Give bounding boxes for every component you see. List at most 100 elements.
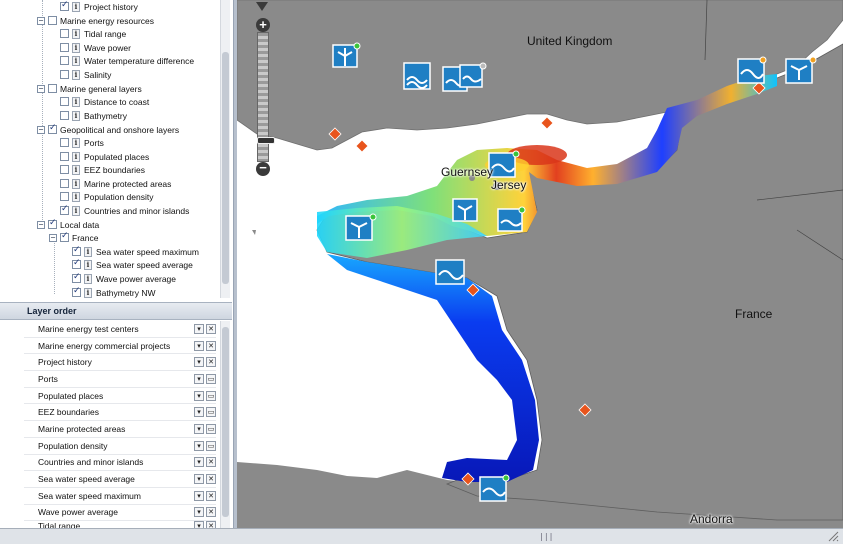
close-icon[interactable]: ✕ <box>206 323 216 334</box>
layer-checkbox[interactable] <box>60 111 69 120</box>
layer-checkbox[interactable] <box>60 97 69 106</box>
collapse-icon[interactable]: − <box>49 233 57 242</box>
info-icon[interactable]: i <box>72 69 80 80</box>
tree-item[interactable]: i Sea water speed average <box>72 258 193 271</box>
zoom-out-button[interactable]: − <box>256 161 270 176</box>
tree-item[interactable]: i Distance to coast <box>60 95 149 108</box>
layer-order-row[interactable]: Sea water speed maximum ▾ ✕ <box>24 488 216 505</box>
layer-order-scrollbar[interactable] <box>220 321 230 528</box>
window-icon[interactable]: ▭ <box>206 423 216 434</box>
zoom-bar[interactable] <box>257 32 275 162</box>
tree-item[interactable]: i Wave power average <box>72 272 176 285</box>
layer-order-row[interactable]: Populated places ▾ ▭ <box>24 388 216 405</box>
window-icon[interactable]: ▭ <box>206 390 216 401</box>
layer-checkbox[interactable] <box>60 165 69 174</box>
tidal-turbine-project-icon[interactable] <box>785 56 817 84</box>
status-bar-grip[interactable]: ||| <box>539 532 553 541</box>
layer-order-row[interactable]: Marine energy test centers ▾ ✕ <box>24 321 216 338</box>
dropdown-icon[interactable]: ▾ <box>194 507 204 518</box>
info-icon[interactable]: i <box>72 178 80 189</box>
info-icon[interactable]: i <box>84 273 92 284</box>
dropdown-icon[interactable]: ▾ <box>194 490 204 501</box>
tree-item[interactable]: i Countries and minor islands <box>60 204 189 217</box>
layer-checkbox[interactable] <box>72 258 81 269</box>
layer-checkbox[interactable] <box>60 0 69 11</box>
layer-checkbox[interactable] <box>60 204 69 215</box>
layer-order-row[interactable]: Population density ▾ ▭ <box>24 438 216 455</box>
layer-checkbox[interactable] <box>60 138 69 147</box>
tree-item[interactable]: i Tidal range <box>60 27 126 40</box>
layer-checkbox[interactable] <box>60 179 69 188</box>
info-icon[interactable]: i <box>72 191 80 202</box>
layer-order-row[interactable]: Project history ▾ ✕ <box>24 354 216 372</box>
tidal-turbine-project-icon[interactable] <box>345 213 377 243</box>
layer-checkbox[interactable] <box>48 84 57 93</box>
wave-project-icon[interactable] <box>737 56 767 84</box>
layer-order-row[interactable]: Marine energy commercial projects ▾ ✕ <box>24 338 216 355</box>
layer-checkbox[interactable] <box>60 231 69 242</box>
layer-order-row[interactable]: Countries and minor islands ▾ ✕ <box>24 455 216 472</box>
info-icon[interactable]: i <box>84 287 92 298</box>
layer-checkbox[interactable] <box>48 16 57 25</box>
collapse-icon[interactable]: − <box>37 125 45 134</box>
close-icon[interactable]: ✕ <box>206 490 216 501</box>
tree-group[interactable]: − Local data <box>37 218 99 231</box>
tree-item[interactable]: i Project history <box>60 0 138 13</box>
scrollbar-thumb[interactable] <box>222 52 229 284</box>
map-view[interactable]: United Kingdom Guernsey Jersey France An… <box>237 0 843 528</box>
dropdown-icon[interactable]: ▾ <box>194 423 204 434</box>
tree-item[interactable]: i Wave power <box>60 41 131 54</box>
tree-item[interactable]: i Salinity <box>60 68 111 81</box>
close-icon[interactable]: ✕ <box>206 340 216 351</box>
collapse-icon[interactable]: − <box>37 16 45 25</box>
close-icon[interactable]: ✕ <box>206 357 216 368</box>
layer-checkbox[interactable] <box>60 152 69 161</box>
dropdown-icon[interactable]: ▾ <box>194 340 204 351</box>
close-icon[interactable]: ✕ <box>206 474 216 485</box>
dropdown-icon[interactable]: ▾ <box>194 407 204 418</box>
dropdown-icon[interactable]: ▾ <box>194 323 204 334</box>
tree-item[interactable]: i EEZ boundaries <box>60 163 145 176</box>
layer-order-row[interactable]: Sea water speed average ▾ ✕ <box>24 471 216 488</box>
info-icon[interactable]: i <box>72 151 80 162</box>
pan-down-icon[interactable] <box>255 0 269 12</box>
close-icon[interactable]: ✕ <box>206 507 216 518</box>
layer-checkbox[interactable] <box>48 123 57 134</box>
resize-grip-icon[interactable] <box>828 531 839 542</box>
tree-item[interactable]: i Bathymetry NW <box>72 286 156 298</box>
info-icon[interactable]: i <box>72 42 80 53</box>
info-icon[interactable]: i <box>72 96 80 107</box>
dropdown-icon[interactable]: ▾ <box>194 373 204 384</box>
info-icon[interactable]: i <box>84 246 92 257</box>
info-icon[interactable]: i <box>84 259 92 270</box>
info-icon[interactable]: i <box>72 55 80 66</box>
wave-project-icon[interactable] <box>435 257 467 287</box>
tree-item[interactable]: i Ports <box>60 136 104 149</box>
layer-checkbox[interactable] <box>72 286 81 297</box>
layer-order-row[interactable]: Marine protected areas ▾ ▭ <box>24 421 216 438</box>
info-icon[interactable]: i <box>72 137 80 148</box>
dropdown-icon[interactable]: ▾ <box>194 390 204 401</box>
info-icon[interactable]: i <box>72 110 80 121</box>
tree-item[interactable]: i Water temperature difference <box>60 54 194 67</box>
info-icon[interactable]: i <box>72 28 80 39</box>
wave-project-icon[interactable] <box>479 474 511 504</box>
info-icon[interactable]: i <box>72 164 80 175</box>
layer-checkbox[interactable] <box>60 56 69 65</box>
tree-item[interactable]: i Marine protected areas <box>60 177 171 190</box>
layer-order-row[interactable]: Wave power average ▾ ✕ <box>24 505 216 522</box>
tree-item[interactable]: i Sea water speed maximum <box>72 245 199 258</box>
zoom-in-button[interactable]: + <box>256 18 270 32</box>
window-icon[interactable]: ▭ <box>206 373 216 384</box>
wave-project-icon[interactable] <box>459 62 489 90</box>
dropdown-icon[interactable]: ▾ <box>194 474 204 485</box>
layer-checkbox[interactable] <box>60 29 69 38</box>
layer-tree-scrollbar[interactable] <box>220 0 230 298</box>
tree-group[interactable]: − Marine general layers <box>37 82 142 95</box>
tree-item[interactable]: i Population density <box>60 190 153 203</box>
collapse-icon[interactable]: − <box>37 84 45 93</box>
wave-project-icon[interactable] <box>403 60 433 90</box>
dropdown-icon[interactable]: ▾ <box>194 357 204 368</box>
dropdown-icon[interactable]: ▾ <box>194 457 204 468</box>
window-icon[interactable]: ▭ <box>206 440 216 451</box>
